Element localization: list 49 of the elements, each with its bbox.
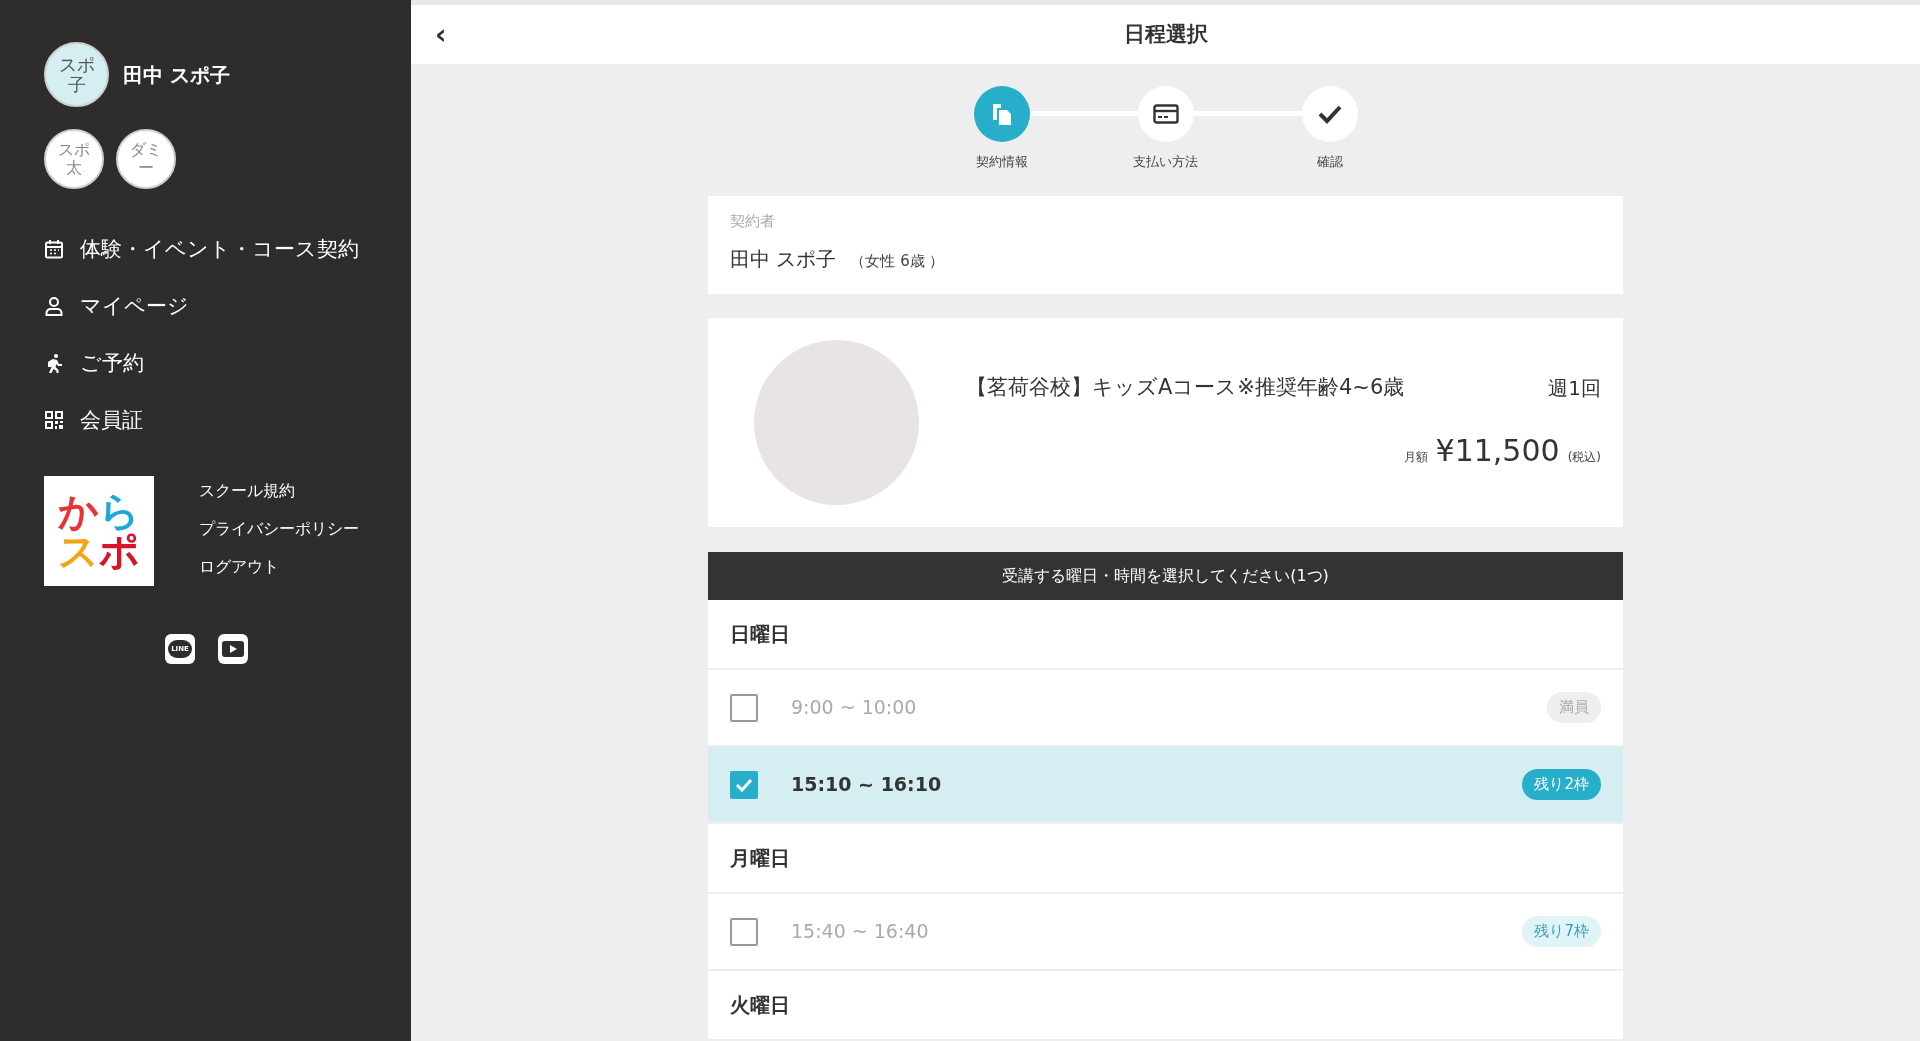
nav-label: ご予約 (80, 351, 144, 375)
step-label: 支払い方法 (1133, 153, 1198, 171)
time-range: 15:10 ~ 16:10 (791, 772, 942, 798)
footer-link[interactable]: プライバシーポリシー (199, 518, 359, 540)
brand-logo: から スポ (44, 476, 154, 586)
user-avatar[interactable]: スポ子 (44, 42, 109, 107)
tax-note: (税込) (1567, 448, 1601, 466)
page-title: 日程選択 (1123, 20, 1208, 48)
nav-label: 会員証 (80, 408, 143, 432)
course-frequency: 週1回 (1548, 375, 1601, 402)
calendar-icon (44, 239, 64, 259)
availability-badge: 残り7枠 (1522, 916, 1601, 947)
checkbox[interactable] (730, 770, 758, 799)
qr-code-icon (44, 410, 64, 430)
time-slot-row[interactable]: 15:10 ~ 16:10 残り2枠 (708, 747, 1623, 824)
nav-link[interactable]: 会員証 (44, 408, 411, 432)
availability-badge: 満員 (1547, 692, 1601, 723)
checkmark-icon (735, 777, 753, 792)
nav-label: 体験・イベント・コース契約 (80, 237, 359, 261)
step-label: 確認 (1316, 153, 1343, 171)
child-avatar[interactable]: ダミー (116, 129, 176, 189)
credit-card-icon (1152, 104, 1179, 124)
contractor-name: 田中 スポ子 (730, 246, 837, 273)
price-label: 月額 (1403, 448, 1428, 466)
step-label: 契約情報 (975, 153, 1028, 171)
nav-link[interactable]: 体験・イベント・コース契約 (44, 237, 411, 261)
child-avatar[interactable]: スポ太 (44, 129, 104, 189)
footer-link[interactable]: ログアウト (199, 556, 359, 578)
day-heading: 月曜日 (708, 824, 1623, 894)
day-heading: 日曜日 (708, 600, 1623, 670)
time-range: 15:40 ~ 16:40 (791, 919, 929, 945)
time-range: 9:00 ~ 10:00 (791, 695, 917, 721)
user-name: 田中 スポ子 (123, 61, 230, 89)
course-title: 【茗荷谷校】キッズAコース※推奨年齢4~6歳 (966, 374, 1405, 402)
checkmark-icon (1317, 104, 1342, 124)
availability-badge: 残り2枠 (1522, 769, 1601, 800)
user-icon (44, 296, 64, 316)
field-label: 契約者 (730, 210, 776, 232)
back-button[interactable]: ‹ (431, 20, 451, 49)
nav-label: マイページ (80, 294, 189, 318)
video-play-icon[interactable] (218, 634, 248, 664)
nav-link[interactable]: マイページ (44, 294, 411, 318)
footer-link[interactable]: スクール規約 (199, 480, 359, 502)
day-heading: 火曜日 (708, 971, 1623, 1041)
contractor-detail: （女性 6歳 ） (850, 251, 945, 272)
documents-icon (990, 102, 1013, 126)
section-heading: 受講する曜日・時間を選択してください(1つ) (708, 552, 1623, 600)
nav-link[interactable]: ご予約 (44, 351, 411, 375)
course-price: ¥11,500 (1435, 431, 1560, 470)
